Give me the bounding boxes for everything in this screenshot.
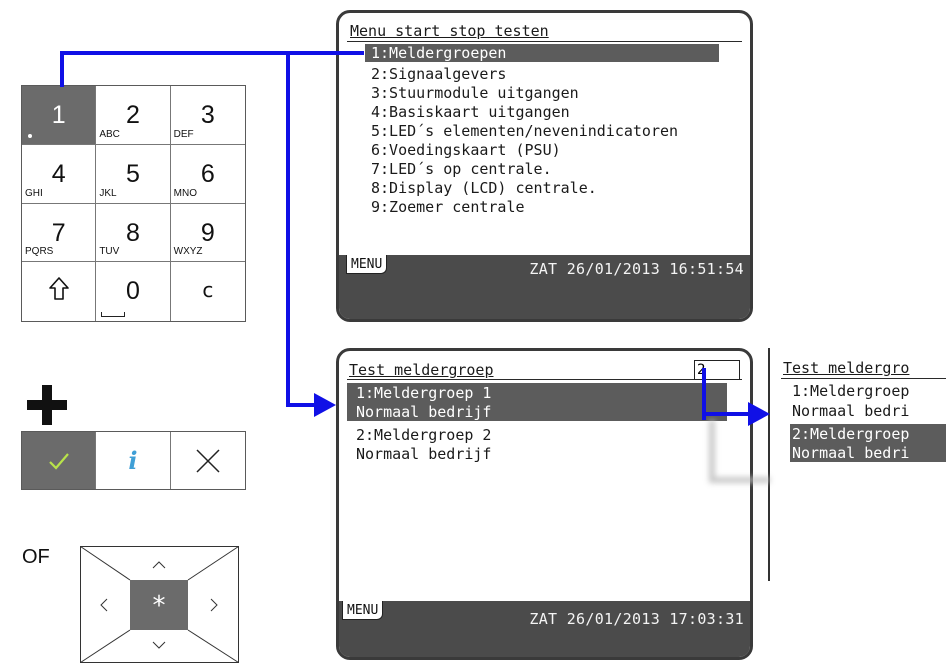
connector-arrows <box>60 51 770 483</box>
arrow-test-to-next <box>702 368 750 420</box>
arrowhead <box>314 393 336 417</box>
arrow-key-to-menu <box>60 51 364 87</box>
arrow-menu-to-test <box>286 53 318 407</box>
arrowhead <box>748 402 770 426</box>
